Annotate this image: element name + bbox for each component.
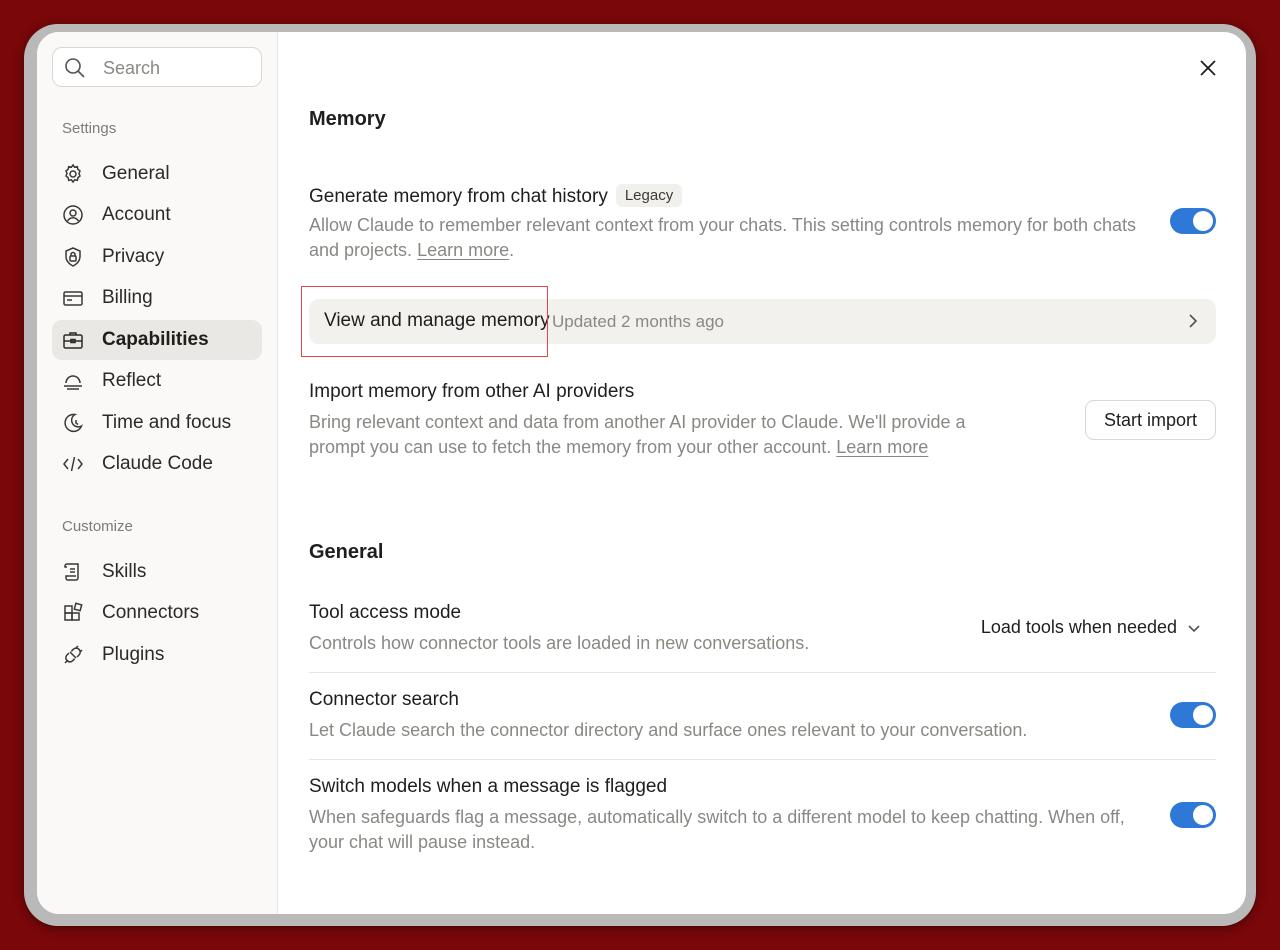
sidebar-item-privacy[interactable]: Privacy bbox=[52, 237, 262, 277]
customize-section-label: Customize bbox=[62, 518, 133, 535]
sidebar-item-label: Time and focus bbox=[102, 412, 232, 433]
sidebar-item-label: Capabilities bbox=[102, 329, 209, 350]
sidebar: Settings General Account Privacy Billin bbox=[37, 32, 278, 914]
sidebar-item-label: Billing bbox=[102, 287, 153, 308]
sidebar-item-label: Connectors bbox=[102, 602, 200, 623]
sidebar-item-general[interactable]: General bbox=[52, 154, 262, 194]
blocks-icon bbox=[64, 602, 83, 621]
search-box[interactable] bbox=[52, 47, 262, 87]
sidebar-item-billing[interactable]: Billing bbox=[52, 278, 262, 318]
sidebar-item-plugins[interactable]: Plugins bbox=[52, 635, 262, 675]
settings-section-label: Settings bbox=[62, 120, 117, 137]
legacy-badge: Legacy bbox=[615, 184, 683, 207]
tool-access-value: Load tools when needed bbox=[980, 617, 1177, 637]
search-icon bbox=[65, 58, 85, 78]
close-button[interactable] bbox=[1194, 54, 1222, 82]
settings-content: Memory Generate memory from chat history… bbox=[278, 32, 1246, 914]
gear-icon bbox=[65, 163, 81, 184]
code-icon bbox=[63, 456, 83, 472]
generate-memory-title: Generate memory from chat history Legacy bbox=[309, 184, 683, 208]
connector-search-toggle[interactable] bbox=[1170, 702, 1216, 728]
import-learn-more-link[interactable]: Learn more bbox=[836, 437, 928, 457]
sidebar-item-label: General bbox=[102, 163, 170, 184]
view-manage-memory-row[interactable]: View and manage memory Updated 2 months … bbox=[309, 299, 1216, 344]
sidebar-item-reflect[interactable]: Reflect bbox=[52, 361, 262, 401]
learn-more-link[interactable]: Learn more bbox=[417, 240, 509, 260]
switch-models-title: Switch models when a message is flagged bbox=[309, 776, 668, 797]
sunrise-icon bbox=[64, 375, 82, 390]
sidebar-item-label: Account bbox=[102, 204, 171, 225]
sidebar-item-label: Skills bbox=[102, 561, 147, 582]
briefcase-icon bbox=[63, 332, 83, 349]
sidebar-item-skills[interactable]: Skills bbox=[52, 552, 262, 592]
view-manage-memory-title: View and manage memory bbox=[324, 310, 550, 331]
sidebar-item-label: Reflect bbox=[102, 370, 162, 391]
import-memory-title: Import memory from other AI providers bbox=[309, 381, 635, 402]
tool-access-desc: Controls how connector tools are loaded … bbox=[309, 633, 810, 653]
generate-memory-toggle[interactable] bbox=[1170, 208, 1216, 234]
chevron-right-icon bbox=[1189, 314, 1198, 328]
generate-memory-desc: Allow Claude to remember relevant contex… bbox=[309, 215, 1137, 260]
settings-dialog: Settings General Account Privacy Billin bbox=[37, 32, 1246, 914]
sidebar-item-capabilities[interactable]: Capabilities bbox=[52, 320, 262, 360]
divider bbox=[309, 672, 1216, 673]
memory-heading: Memory bbox=[309, 108, 386, 130]
sidebar-item-claude-code[interactable]: Claude Code bbox=[52, 444, 262, 484]
memory-updated-meta: Updated 2 months ago bbox=[552, 312, 725, 331]
general-heading: General bbox=[309, 541, 384, 563]
start-import-button[interactable]: Start import bbox=[1085, 400, 1216, 440]
shield-lock-icon bbox=[65, 247, 81, 267]
user-circle-icon bbox=[63, 205, 83, 225]
sidebar-item-label: Privacy bbox=[102, 246, 165, 267]
connector-search-title: Connector search bbox=[309, 689, 459, 710]
chevron-down-icon bbox=[1188, 624, 1200, 632]
switch-models-desc: When safeguards flag a message, automati… bbox=[309, 807, 1125, 852]
credit-card-icon bbox=[63, 291, 83, 306]
import-memory-desc: Bring relevant context and data from ano… bbox=[309, 410, 1009, 460]
tool-access-title: Tool access mode bbox=[309, 602, 462, 623]
sidebar-item-time-and-focus[interactable]: Time and focus bbox=[52, 403, 262, 443]
close-icon bbox=[1200, 60, 1216, 76]
sidebar-item-label: Plugins bbox=[102, 644, 165, 665]
sidebar-item-label: Claude Code bbox=[102, 453, 213, 474]
sidebar-item-connectors[interactable]: Connectors bbox=[52, 593, 262, 633]
search-input[interactable] bbox=[103, 56, 253, 80]
sidebar-item-account[interactable]: Account bbox=[52, 195, 262, 235]
moon-clock-icon bbox=[64, 413, 83, 433]
divider bbox=[309, 759, 1216, 760]
connector-search-desc: Let Claude search the connector director… bbox=[309, 720, 1028, 740]
switch-models-toggle[interactable] bbox=[1170, 802, 1216, 828]
plug-icon bbox=[64, 645, 83, 664]
generate-memory-title-text: Generate memory from chat history bbox=[309, 186, 608, 207]
tool-access-select[interactable]: Load tools when needed bbox=[981, 617, 1201, 638]
scroll-icon bbox=[64, 563, 79, 581]
